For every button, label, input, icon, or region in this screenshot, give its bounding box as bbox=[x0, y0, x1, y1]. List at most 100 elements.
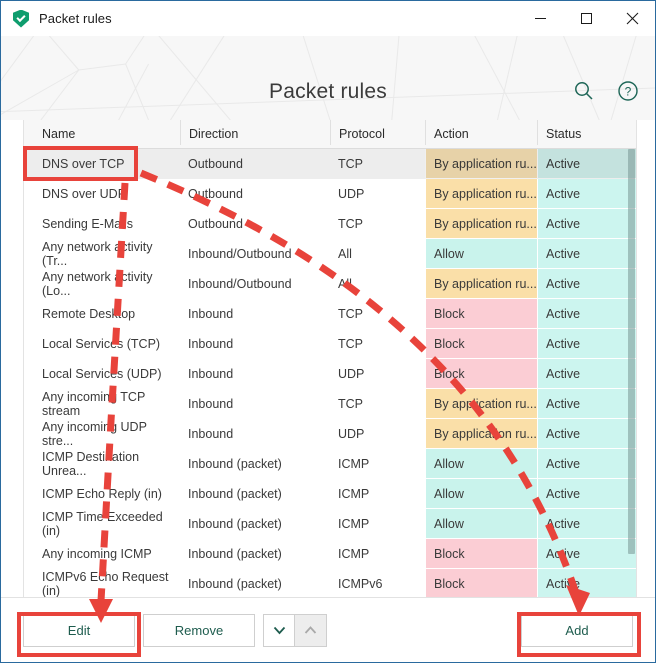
cell-name: Any incoming UDP stre... bbox=[42, 420, 147, 448]
close-button[interactable] bbox=[609, 1, 655, 36]
cell-status: Active bbox=[537, 299, 636, 329]
column-header-direction[interactable]: Direction bbox=[180, 120, 330, 145]
cell-status: Active bbox=[537, 479, 636, 509]
window-controls bbox=[517, 1, 655, 36]
cell-protocol: TCP bbox=[338, 397, 363, 411]
cell-name: DNS over UDP bbox=[42, 187, 127, 201]
table-row[interactable]: Any incoming ICMP Inbound (packet) ICMP Blo… bbox=[24, 539, 636, 569]
cell-direction: Inbound bbox=[188, 337, 234, 351]
packet-rules-window: Packet rules Packet rules ? Name Directi… bbox=[0, 0, 656, 663]
cell-action: Block bbox=[425, 539, 537, 569]
cell-protocol: TCP bbox=[338, 157, 363, 171]
cell-protocol: TCP bbox=[338, 217, 363, 231]
cell-name: ICMP Echo Reply (in) bbox=[42, 487, 162, 501]
cell-name: DNS over TCP bbox=[24, 149, 180, 179]
cell-status: Active bbox=[537, 569, 636, 598]
window-title: Packet rules bbox=[39, 11, 112, 26]
move-buttons bbox=[263, 614, 327, 647]
cell-direction: Inbound bbox=[188, 367, 234, 381]
table-row[interactable]: Any network activity (Tr... Inbound/Outbo… bbox=[24, 239, 636, 269]
cell-protocol: All bbox=[338, 277, 352, 291]
page-header: Packet rules ? bbox=[1, 36, 655, 120]
cell-action: By application ru... bbox=[425, 149, 537, 179]
cell-protocol: ICMPv6 bbox=[338, 577, 383, 591]
table-row[interactable]: DNS over UDP Outbound UDP By application ru… bbox=[24, 179, 636, 209]
table-row[interactable]: Any incoming UDP stre... Inbound UDP By app… bbox=[24, 419, 636, 449]
cell-name: Any incoming TCP stream bbox=[42, 390, 146, 418]
cell-name: Remote Desktop bbox=[42, 307, 136, 321]
column-header-status[interactable]: Status bbox=[537, 120, 636, 145]
cell-action: Allow bbox=[425, 479, 537, 509]
table-row[interactable]: ICMP Echo Reply (in) Inbound (packet) ICMP… bbox=[24, 479, 636, 509]
cell-action: Allow bbox=[425, 449, 537, 479]
table-row[interactable]: Any network activity (Lo... Inbound/Outbo… bbox=[24, 269, 636, 299]
footer-toolbar: Edit Remove Add bbox=[1, 597, 655, 662]
background-pattern bbox=[1, 36, 655, 120]
cell-protocol: UDP bbox=[338, 187, 365, 201]
chevron-down-icon bbox=[273, 626, 285, 635]
cell-protocol: ICMP bbox=[338, 547, 370, 561]
svg-text:?: ? bbox=[625, 84, 632, 98]
cell-protocol: TCP bbox=[338, 307, 363, 321]
vertical-scrollbar[interactable] bbox=[627, 148, 636, 598]
add-button[interactable]: Add bbox=[521, 614, 633, 647]
table-row[interactable]: Remote Desktop Inbound TCP Block Active bbox=[24, 299, 636, 329]
header-actions: ? bbox=[573, 80, 639, 102]
cell-action: By application ru... bbox=[425, 389, 537, 419]
table-row[interactable]: ICMP Destination Unrea... Inbound (packet… bbox=[24, 449, 636, 479]
table-row[interactable]: DNS over TCP Outbound TCP By application ru… bbox=[24, 149, 636, 179]
chevron-up-icon bbox=[304, 626, 317, 634]
cell-action: Block bbox=[425, 359, 537, 389]
table-row[interactable]: Sending E-Mails Outbound TCP By application… bbox=[24, 209, 636, 239]
cell-protocol: ICMP bbox=[338, 517, 370, 531]
cell-action: By application ru... bbox=[425, 419, 537, 449]
cell-action: Block bbox=[425, 299, 537, 329]
cell-direction: Inbound (packet) bbox=[188, 487, 282, 501]
search-icon[interactable] bbox=[573, 80, 595, 102]
table-row[interactable]: Local Services (UDP) Inbound UDP Block Activ… bbox=[24, 359, 636, 389]
table-row[interactable]: ICMP Time Exceeded (in) Inbound (packet) I… bbox=[24, 509, 636, 539]
edit-button[interactable]: Edit bbox=[23, 614, 135, 647]
cell-status: Active bbox=[537, 329, 636, 359]
cell-protocol: TCP bbox=[338, 337, 363, 351]
cell-name: Any network activity (Lo... bbox=[42, 270, 153, 298]
cell-direction: Inbound (packet) bbox=[188, 517, 282, 531]
cell-status: Active bbox=[537, 179, 636, 209]
cell-status: Active bbox=[537, 149, 636, 179]
cell-direction: Inbound bbox=[188, 397, 234, 411]
scrollbar-thumb[interactable] bbox=[628, 149, 635, 554]
cell-direction: Inbound (packet) bbox=[188, 547, 282, 561]
cell-direction: Outbound bbox=[188, 157, 243, 171]
cell-name: Any network activity (Tr... bbox=[42, 240, 153, 268]
cell-action: Block bbox=[425, 329, 537, 359]
cell-status: Active bbox=[537, 509, 636, 539]
help-icon[interactable]: ? bbox=[617, 80, 639, 102]
table-row[interactable]: Any incoming TCP stream Inbound TCP By appl… bbox=[24, 389, 636, 419]
cell-name: ICMPv6 Echo Request (in) bbox=[42, 570, 169, 598]
cell-action: Block bbox=[425, 569, 537, 598]
page-title: Packet rules bbox=[269, 80, 387, 103]
minimize-button[interactable] bbox=[517, 1, 563, 36]
cell-direction: Inbound bbox=[188, 427, 234, 441]
cell-status: Active bbox=[537, 539, 636, 569]
cell-name: Local Services (TCP) bbox=[42, 337, 161, 351]
move-down-button[interactable] bbox=[263, 614, 295, 647]
cell-name: ICMP Destination Unrea... bbox=[42, 450, 140, 478]
cell-action: By application ru... bbox=[425, 269, 537, 299]
cell-direction: Inbound (packet) bbox=[188, 457, 282, 471]
table-row[interactable]: ICMPv6 Echo Request (in) Inbound (packet)… bbox=[24, 569, 636, 598]
remove-button[interactable]: Remove bbox=[143, 614, 255, 647]
cell-name: Sending E-Mails bbox=[42, 217, 134, 231]
cell-name: Local Services (UDP) bbox=[42, 367, 162, 381]
cell-protocol: UDP bbox=[338, 367, 365, 381]
cell-direction: Outbound bbox=[188, 217, 243, 231]
column-header-action[interactable]: Action bbox=[425, 120, 537, 145]
maximize-button[interactable] bbox=[563, 1, 609, 36]
move-up-button[interactable] bbox=[295, 614, 327, 647]
cell-action: Allow bbox=[425, 509, 537, 539]
cell-protocol: UDP bbox=[338, 427, 365, 441]
column-header-name[interactable]: Name bbox=[24, 120, 180, 145]
cell-status: Active bbox=[537, 449, 636, 479]
table-row[interactable]: Local Services (TCP) Inbound TCP Block Activ… bbox=[24, 329, 636, 359]
column-header-protocol[interactable]: Protocol bbox=[330, 120, 425, 145]
